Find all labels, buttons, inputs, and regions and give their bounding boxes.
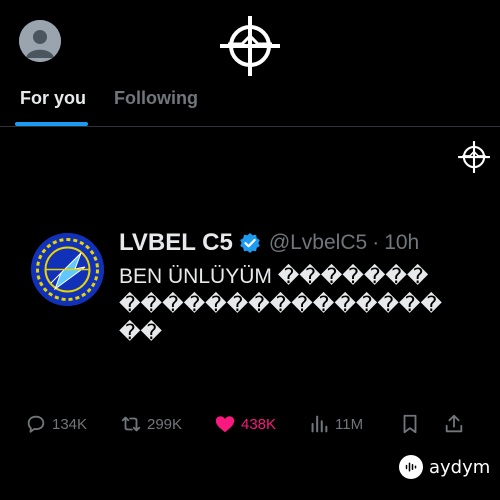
header-separator: · [372, 231, 380, 254]
audio-wave-icon [399, 455, 423, 479]
post-actions: 134K 299K 438K 11M [0, 410, 500, 438]
post-text: BEN ÜNLÜYÜM ������������������������ [119, 265, 442, 344]
views-chart-icon [311, 415, 328, 433]
like-count: 438K [241, 415, 277, 433]
post-header: LVBEL C5 @LvbelC5 · 10h [119, 228, 419, 258]
reply-count: 134K [52, 415, 88, 433]
heart-icon [215, 416, 235, 433]
repost-icon [121, 416, 141, 432]
views-count: 11M [335, 415, 364, 433]
tab-following[interactable]: Following [114, 88, 198, 109]
tabs-divider [0, 126, 500, 127]
post-timestamp[interactable]: 10h [384, 231, 419, 255]
watermark: aydym [399, 454, 490, 480]
watermark-label: aydym [429, 456, 491, 478]
bookmark-button[interactable] [399, 410, 421, 438]
repost-button[interactable]: 299K [120, 410, 182, 438]
author-display-name[interactable]: LVBEL C5 [119, 229, 233, 257]
tab-for-you[interactable]: For you [20, 88, 86, 109]
crosshair-logo-icon[interactable] [218, 14, 282, 78]
repost-count: 299K [147, 415, 183, 433]
author-logo-icon [31, 233, 104, 306]
timeline-tabs: For you Following [0, 82, 500, 128]
crosshair-logo-icon [457, 140, 491, 174]
post-author-avatar[interactable] [31, 233, 104, 306]
verified-badge-icon [240, 233, 260, 253]
author-handle[interactable]: @LvbelC5 [269, 231, 367, 255]
share-icon [445, 414, 463, 433]
default-avatar-icon [19, 20, 61, 62]
reply-button[interactable]: 134K [25, 410, 87, 438]
share-button[interactable] [443, 410, 465, 438]
bookmark-icon [403, 414, 417, 434]
reply-icon [27, 415, 45, 433]
views-button[interactable]: 11M [308, 410, 363, 438]
profile-avatar[interactable] [19, 20, 61, 62]
like-button[interactable]: 438K [214, 410, 276, 438]
